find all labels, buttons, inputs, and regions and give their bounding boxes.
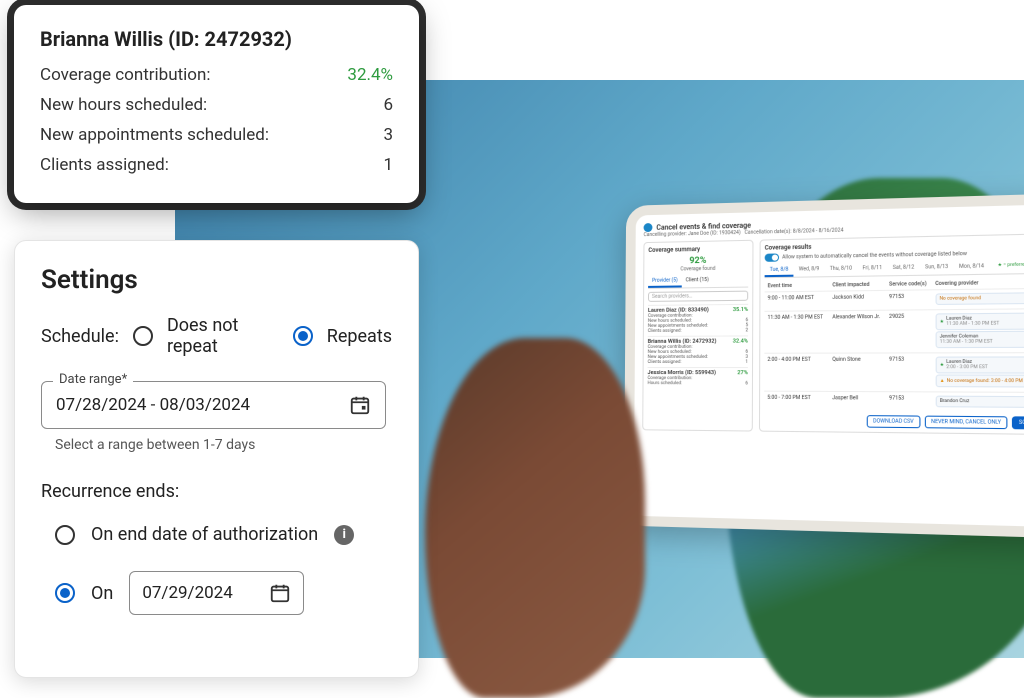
summary-row-label: Coverage contribution: (40, 65, 210, 85)
info-icon[interactable]: i (334, 525, 354, 545)
summary-row-label: Clients assigned: (40, 155, 169, 175)
coverage-chip[interactable]: ▲No coverage found: 3:00 - 4:00 PM EST▦ (935, 374, 1024, 387)
recurrence-date-input[interactable]: 07/29/2024 (129, 571, 304, 615)
provider-item[interactable]: Jessica Morris (ID: 559943)27%Coverage c… (647, 367, 747, 388)
schedule-button[interactable]: SCHEDULE (1012, 416, 1024, 429)
coverage-chip[interactable]: No coverage found▦ (935, 292, 1024, 305)
app-icon (644, 223, 653, 232)
day-tab[interactable]: Mon, 8/14 (954, 261, 990, 274)
day-tab[interactable]: Sun, 8/13 (920, 262, 954, 275)
table-row: 2:00 - 4:00 PM ESTQuinn Stone97153★Laure… (764, 353, 1024, 393)
summary-row: Clients assigned: 1 (40, 155, 393, 175)
tablet-screen: Cancel events & find coverage Cancelling… (634, 204, 1024, 527)
coverage-chip[interactable]: ★Lauren Diaz2:00 - 3:00 PM EST▦ (935, 356, 1024, 373)
provider-item[interactable]: Lauren Diaz (ID: 833490)35.1%Coverage co… (648, 304, 748, 336)
coverage-summary-heading: Coverage summary (648, 245, 748, 254)
table-row: 11:30 AM - 1:30 PM ESTAlexander Wilson J… (764, 309, 1024, 354)
radio-end-of-auth[interactable] (55, 525, 75, 545)
summary-row: New hours scheduled: 6 (40, 95, 393, 115)
date-range-input[interactable]: 07/28/2024 - 08/03/2024 (41, 381, 386, 429)
date-range-label: Date range* (53, 372, 133, 387)
coverage-chip[interactable]: ★Lauren Diaz11:30 AM - 1:30 PM EST▦ (935, 312, 1024, 330)
settings-heading: Settings (41, 265, 392, 295)
modal-sub-dates: Cancellation date(s): 8/8/2024 - 8/16/20… (744, 227, 843, 235)
summary-row-value: 1 (383, 155, 393, 175)
summary-row: Coverage contribution: 32.4% (40, 65, 393, 85)
option-end-of-auth: On end date of authorization (91, 524, 318, 545)
column-header: Service code(s) (886, 279, 932, 291)
day-tab[interactable]: Thu, 8/10 (824, 263, 857, 276)
summary-row: New appointments scheduled: 3 (40, 125, 393, 145)
summary-row-value: 3 (383, 125, 393, 145)
download-csv-button[interactable]: DOWNLOAD CSV (867, 415, 921, 428)
cancel-only-button[interactable]: NEVER MIND, CANCEL ONLY (925, 416, 1008, 430)
summary-row-label: New hours scheduled: (40, 95, 207, 115)
summary-row-value: 32.4% (347, 65, 393, 85)
settings-card: Settings Schedule: Does not repeat Repea… (14, 240, 419, 678)
option-on: On (91, 583, 113, 604)
option-repeats: Repeats (327, 326, 392, 347)
modal-sub-provider: Cancelling provider: Jane Doe (ID: 19304… (644, 230, 741, 238)
tablet-device: Cancel events & find coverage Cancelling… (624, 193, 1024, 539)
date-range-value: 07/28/2024 - 08/03/2024 (56, 395, 250, 415)
provider-item[interactable]: Brianna Willis (ID: 2472932)32.4%Coverag… (648, 335, 748, 367)
day-tab[interactable]: Tue, 8/8 (765, 264, 794, 277)
date-range-helper: Select a range between 1-7 days (55, 437, 392, 453)
search-providers-input[interactable]: Search providers… (648, 291, 748, 302)
coverage-percent-label: Coverage found (648, 265, 748, 273)
day-tab[interactable]: Wed, 8/9 (794, 264, 825, 277)
preferred-legend: = preferred provider (992, 260, 1024, 274)
auto-cancel-label: Allow system to automatically cancel the… (782, 251, 967, 261)
option-does-not-repeat: Does not repeat (167, 315, 279, 357)
schedule-label: Schedule: (41, 326, 119, 347)
coverage-chip[interactable]: Jennifer Coleman11:30 AM - 1:30 PM EST▦ (935, 331, 1024, 348)
day-tab[interactable]: Sat, 8/12 (887, 262, 919, 275)
recurrence-ends-label: Recurrence ends: (41, 481, 392, 502)
schedule-row: Schedule: Does not repeat Repeats (41, 315, 392, 357)
provider-summary-card: Brianna Willis (ID: 2472932) Coverage co… (14, 5, 419, 203)
column-header: Event time (765, 280, 830, 292)
tab-client[interactable]: Client (15) (682, 275, 713, 288)
provider-name-heading: Brianna Willis (ID: 2472932) (40, 27, 393, 51)
column-header: Client impacted (829, 279, 886, 291)
calendar-icon (349, 394, 371, 416)
summary-row-label: New appointments scheduled: (40, 125, 269, 145)
coverage-results-panel: Coverage results Allow system to automat… (759, 233, 1024, 435)
coverage-chip[interactable]: Brandon Cruz▦ (935, 396, 1024, 408)
radio-on-date[interactable] (55, 583, 75, 603)
auto-cancel-toggle[interactable] (765, 253, 779, 261)
table-row: 9:00 - 11:00 AM ESTJackson Kidd97153No c… (764, 288, 1024, 311)
radio-does-not-repeat[interactable] (133, 326, 153, 346)
tab-provider[interactable]: Provider (5) (648, 275, 682, 288)
summary-row-value: 6 (383, 95, 393, 115)
day-tab[interactable]: Fri, 8/11 (857, 263, 887, 276)
calendar-icon (269, 582, 291, 604)
recurrence-date-value: 07/29/2024 (142, 583, 232, 603)
radio-repeats[interactable] (293, 326, 313, 346)
table-row: 5:00 - 7:00 PM ESTJasper Bell97153Brando… (764, 391, 1024, 412)
coverage-summary-panel: Coverage summary 92% Coverage found Prov… (642, 240, 753, 432)
